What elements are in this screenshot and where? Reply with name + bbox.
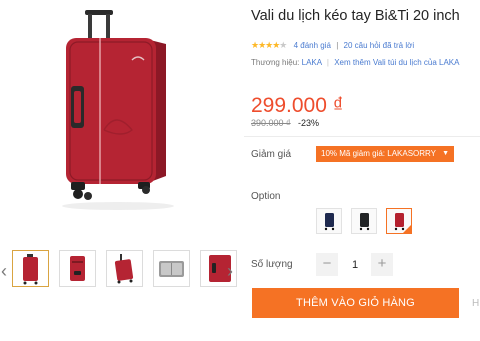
caret-down-icon: ▼ [442, 150, 450, 157]
thumbnail-strip: ‹ › [0, 246, 240, 296]
chevron-left-icon[interactable]: ‹ [0, 260, 10, 282]
chevron-right-icon[interactable]: › [224, 260, 236, 282]
section-divider [244, 136, 480, 137]
quantity-decrease-button[interactable]: − [316, 253, 338, 276]
color-option-red[interactable] [386, 208, 412, 234]
review-count-link[interactable]: 4 đánh giá [294, 41, 331, 50]
selected-check-icon [403, 225, 411, 233]
thumbnail-3[interactable] [106, 250, 143, 287]
thumbnail-2[interactable] [59, 250, 96, 287]
main-product-image[interactable] [0, 0, 240, 238]
voucher-label: Giảm giá [251, 149, 292, 160]
color-option-black[interactable] [351, 208, 377, 234]
divider: | [336, 41, 339, 50]
discount-percent: -23% [298, 118, 320, 128]
brand-more-link[interactable]: Xem thêm Vali túi du lịch của LAKA [334, 58, 459, 67]
thumbnail-1[interactable] [12, 250, 49, 287]
price-block: 299.000 ₫ 390.000 ₫ -23% [244, 86, 480, 132]
product-title: Vali du lịch kéo tay Bi&Ti 20 inch [251, 8, 460, 24]
add-to-cart-button[interactable]: THÊM VÀO GIỎ HÀNG [252, 288, 459, 318]
brand-label: Thương hiệu: [251, 58, 300, 67]
brand-link[interactable]: LAKA [302, 58, 322, 67]
quantity-label: Số lượng [251, 259, 293, 270]
current-price: 299.000 ₫ [251, 94, 344, 117]
qa-count-link[interactable]: 20 câu hỏi đã trả lời [344, 41, 415, 50]
voucher-tag-text: 10% Mã giảm giá: LAKASORRY [321, 149, 437, 158]
star-rating-icon[interactable]: ★★★★★ [251, 40, 287, 50]
original-price: 390.000 ₫ [251, 118, 291, 128]
voucher-tag-button[interactable]: 10% Mã giảm giá: LAKASORRY ▼ [316, 146, 455, 162]
rating-row: ★★★★★ 4 đánh giá | 20 câu hỏi đã trả lời [251, 40, 414, 51]
quantity-increase-button[interactable]: + [371, 253, 393, 276]
color-option-navy[interactable] [316, 208, 342, 234]
more-button[interactable]: H [472, 298, 479, 309]
quantity-input[interactable] [340, 253, 370, 276]
option-label: Option [251, 191, 281, 202]
divider: | [326, 58, 329, 67]
brand-row: Thương hiệu: LAKA | Xem thêm Vali túi du… [251, 58, 459, 67]
thumbnail-4[interactable] [153, 250, 190, 287]
